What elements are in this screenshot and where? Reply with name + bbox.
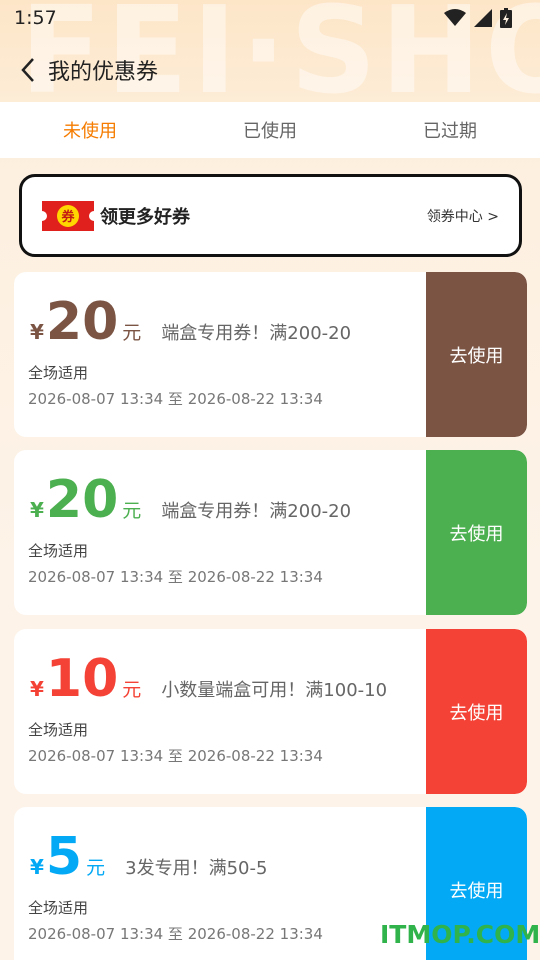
use-coupon-button[interactable]: 去使用 [426,272,527,437]
back-arrow-icon[interactable] [20,55,44,85]
status-bar: 1:57 [0,0,540,36]
coupon-info: ¥ 20 元 端盒专用券！满200-20 全场适用 2026-08-07 13:… [14,450,427,615]
coupon-amount: 20 [45,470,119,530]
coupon-amount-row: ¥ 20 元 端盒专用券！满200-20 [30,296,351,348]
coupon-amount: 5 [45,827,83,887]
coupon-card: ¥ 10 元 小数量端盒可用！满100-10 全场适用 2026-08-07 1… [14,629,527,794]
tab-unused[interactable]: 未使用 [0,102,180,158]
page-title: 我的优惠券 [48,60,159,85]
coupon-amount-row: ¥ 20 元 端盒专用券！满200-20 [30,474,351,526]
coupon-amount: 20 [45,292,119,352]
tab-expired[interactable]: 已过期 [360,102,540,158]
coupon-info: ¥ 5 元 3发专用！满50-5 全场适用 2026-08-07 13:34 至… [14,807,427,960]
coupon-scope: 全场适用 [28,899,89,917]
use-coupon-button[interactable]: 去使用 [426,629,527,794]
coupon-card: ¥ 20 元 端盒专用券！满200-20 全场适用 2026-08-07 13:… [14,450,527,615]
coupon-center-link[interactable]: 领券中心 > [427,206,499,226]
coupon-card: ¥ 20 元 端盒专用券！满200-20 全场适用 2026-08-07 13:… [14,272,527,437]
coupon-validity: 2026-08-07 13:34 至 2026-08-22 13:34 [28,747,323,765]
ticket-perforation [422,272,430,437]
currency-symbol: ¥ [30,498,44,522]
currency-symbol: ¥ [30,855,44,879]
coupon-description: 小数量端盒可用！满100-10 [161,680,388,701]
coupon-info: ¥ 20 元 端盒专用券！满200-20 全场适用 2026-08-07 13:… [14,272,427,437]
battery-icon [500,8,512,28]
coupon-unit: 元 [86,857,106,879]
signal-icon [474,9,492,27]
use-coupon-button[interactable]: 去使用 [426,450,527,615]
currency-symbol: ¥ [30,677,44,701]
header: 我的优惠券 [0,46,540,94]
coupon-validity: 2026-08-07 13:34 至 2026-08-22 13:34 [28,568,323,586]
coupon-description: 端盒专用券！满200-20 [161,323,352,344]
ticket-perforation [422,450,430,615]
coupon-tabs: 未使用 已使用 已过期 [0,102,540,158]
tab-used[interactable]: 已使用 [180,102,360,158]
coupon-unit: 元 [122,679,142,701]
promo-title: 领更多好券 [100,206,190,228]
coupon-amount-row: ¥ 10 元 小数量端盒可用！满100-10 [30,653,387,705]
status-time: 1:57 [14,7,57,29]
coupon-unit: 元 [122,500,142,522]
coupon-info: ¥ 10 元 小数量端盒可用！满100-10 全场适用 2026-08-07 1… [14,629,427,794]
currency-symbol: ¥ [30,320,44,344]
status-icons [444,8,512,28]
get-more-coupons-banner[interactable]: 券 领更多好券 领券中心 > [19,174,522,257]
coupon-description: 3发专用！满50-5 [125,858,268,879]
coupon-unit: 元 [122,322,142,344]
coupon-description: 端盒专用券！满200-20 [161,501,352,522]
site-watermark: ITMOP.COM [380,920,540,949]
ticket-perforation [422,629,430,794]
coupon-ticket-icon: 券 [42,200,94,231]
coupon-scope: 全场适用 [28,721,89,739]
coupon-ticket-glyph: 券 [60,209,75,225]
coupon-validity: 2026-08-07 13:34 至 2026-08-22 13:34 [28,925,323,943]
coupon-scope: 全场适用 [28,364,89,382]
coupon-amount-row: ¥ 5 元 3发专用！满50-5 [30,831,267,883]
coupon-scope: 全场适用 [28,542,89,560]
coupon-validity: 2026-08-07 13:34 至 2026-08-22 13:34 [28,390,323,408]
coupon-amount: 10 [45,649,119,709]
wifi-icon [444,9,466,26]
